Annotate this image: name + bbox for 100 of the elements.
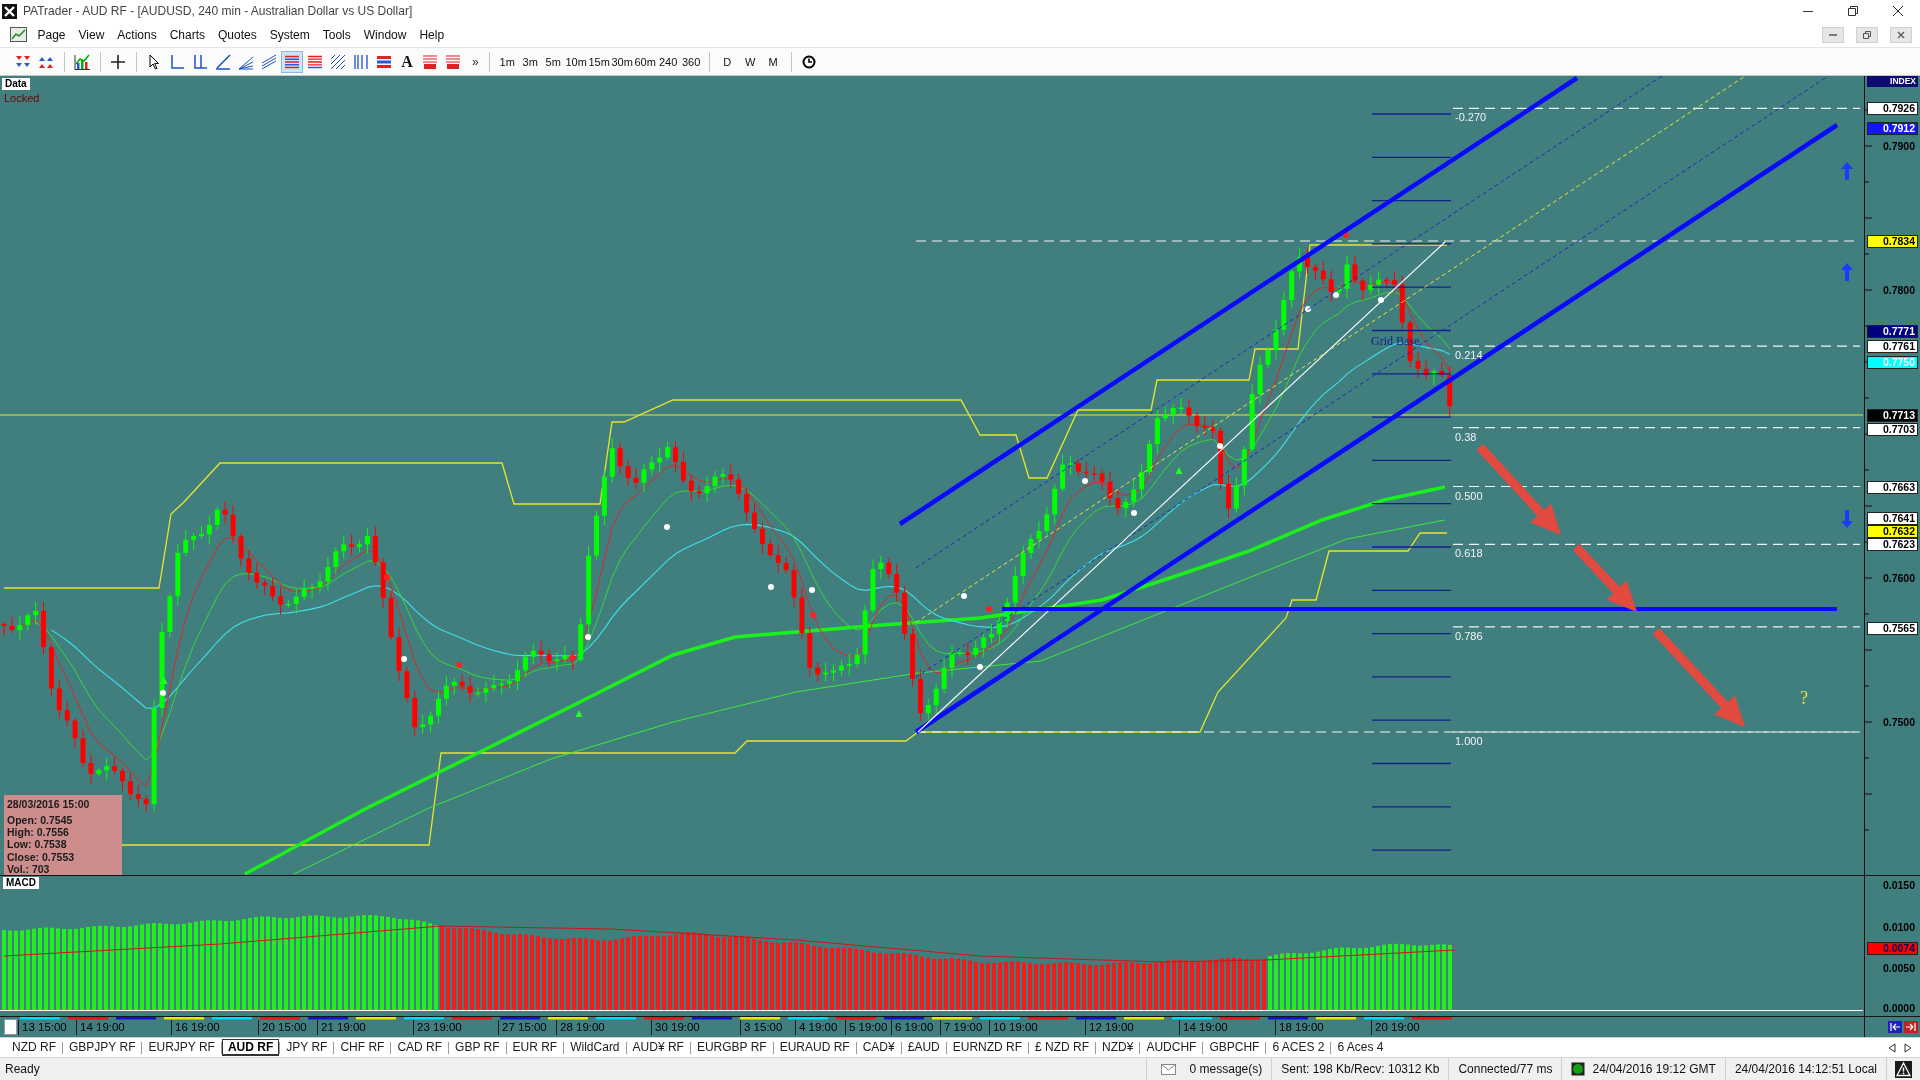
window-title: PATrader - AUD RF - [AUDUSD, 240 min - Australian Dollar vs US Dollar] xyxy=(23,4,413,18)
envelope-icon[interactable] xyxy=(1160,1063,1176,1075)
bar-chart-icon xyxy=(74,53,90,70)
sheet-tab[interactable]: EURNZD RF xyxy=(946,1039,1029,1056)
overflow-button[interactable]: » xyxy=(468,54,483,69)
sheet-tab[interactable]: £ NZD RF xyxy=(1029,1039,1096,1056)
close-button[interactable] xyxy=(1890,26,1912,43)
horizontal-lines-icon xyxy=(307,53,323,70)
sheet-tab[interactable]: CHF RF xyxy=(334,1039,391,1056)
menu-item[interactable]: Tools xyxy=(316,27,358,42)
menu-item[interactable]: Window xyxy=(357,27,413,42)
sheet-tab[interactable]: £AUD xyxy=(901,1039,946,1056)
time-label: 18 19:00 xyxy=(1275,1020,1324,1035)
menu-item[interactable]: View xyxy=(72,27,111,42)
fib-level-label: 0.786 xyxy=(1455,629,1483,643)
sheet-tab[interactable]: JPY RF xyxy=(280,1039,334,1056)
period-button[interactable]: 1m xyxy=(495,50,519,73)
sheet-tab[interactable]: CAD RF xyxy=(391,1039,449,1056)
traffic-stats: Sent: 198 Kb/Recv: 10312 Kb xyxy=(1281,1062,1440,1076)
price-label: 0.7500 xyxy=(1881,715,1916,729)
time-label: 3 15:00 xyxy=(740,1020,783,1035)
sheet-tab[interactable]: 6 ACES 2 xyxy=(1266,1039,1331,1056)
period-button[interactable]: 30m xyxy=(610,50,634,73)
sheet-tab[interactable]: EURAUD RF xyxy=(773,1039,856,1056)
sheet-tab[interactable]: AUD RF xyxy=(221,1039,280,1056)
up-arrow-icon xyxy=(1841,263,1853,281)
period-button[interactable]: D xyxy=(715,50,739,73)
menu-item[interactable]: Quotes xyxy=(211,27,264,42)
period-button[interactable]: 60m xyxy=(633,50,657,73)
macd-marker: 0.0074 xyxy=(1867,942,1918,956)
right-arrow-box-icon[interactable] xyxy=(1904,1021,1918,1033)
period-button[interactable]: M xyxy=(761,50,785,73)
vertical-lines-icon xyxy=(353,53,369,70)
macd-value-label: 0.0000 xyxy=(1881,1002,1916,1015)
sheet-tab[interactable]: WildCard xyxy=(564,1039,626,1056)
period-button[interactable]: 5m xyxy=(541,50,565,73)
minimize-button[interactable] xyxy=(1822,26,1844,43)
menu-item[interactable]: Charts xyxy=(163,27,212,42)
question-mark-annotation: ? xyxy=(1800,688,1808,708)
period-button[interactable]: 10m xyxy=(564,50,588,73)
menu-item[interactable]: System xyxy=(263,27,317,42)
chart-icon xyxy=(10,27,27,42)
sheet-tab[interactable]: EUR RF xyxy=(506,1039,564,1056)
scroll-thumb[interactable] xyxy=(4,1019,17,1035)
scroll-right-icon[interactable] xyxy=(1904,1042,1912,1053)
price-marker: 0.7771 xyxy=(1867,325,1918,339)
price-marker: 0.7912 xyxy=(1867,122,1918,136)
sheet-tab[interactable]: AUD¥ RF xyxy=(626,1039,690,1056)
clock-icon xyxy=(801,54,816,69)
sheet-tab[interactable]: NZD¥ xyxy=(1096,1039,1140,1056)
scroll-left-icon[interactable] xyxy=(1888,1042,1896,1053)
sheet-tab[interactable]: GBP RF xyxy=(449,1039,506,1056)
index-label: INDEX xyxy=(1867,76,1918,87)
price-marker: 0.7834 xyxy=(1867,234,1918,248)
restore-icon xyxy=(1863,30,1871,39)
period-button[interactable]: 240 xyxy=(656,50,680,73)
sheet-tab[interactable]: AUDCHF xyxy=(1140,1039,1203,1056)
sheet-tab[interactable]: 6 Aces 4 xyxy=(1331,1039,1390,1056)
menu-item[interactable]: Page xyxy=(31,27,73,42)
price-marker: 0.7641 xyxy=(1867,512,1918,526)
forecast-arrow xyxy=(1572,543,1637,612)
sheet-tab[interactable]: GBPJPY RF xyxy=(63,1039,142,1056)
minimize-icon xyxy=(1802,10,1813,12)
price-label: 0.7800 xyxy=(1881,283,1916,297)
time-label: 21 19:00 xyxy=(317,1020,366,1035)
cursor-icon xyxy=(146,53,162,70)
up-arrow-icon xyxy=(1841,162,1853,180)
price-marker: 0.7750 xyxy=(1867,355,1918,369)
lock-status: Locked xyxy=(4,92,40,105)
period-button[interactable]: 15m xyxy=(587,50,611,73)
price-label: 0.7600 xyxy=(1881,571,1916,585)
info-line: Low: 0.7538 xyxy=(7,838,68,851)
time-label: 5 19:00 xyxy=(845,1020,888,1035)
sheet-tab[interactable]: CAD¥ xyxy=(856,1039,901,1056)
time-label: 4 19:00 xyxy=(795,1020,838,1035)
macd-value-label: 0.0050 xyxy=(1881,962,1916,976)
price-marker: 0.7632 xyxy=(1867,525,1918,539)
text-tool-button[interactable]: A xyxy=(396,50,418,73)
menu-item[interactable]: Actions xyxy=(110,27,164,42)
warning-icon[interactable] xyxy=(1895,1060,1912,1078)
close-icon xyxy=(1892,6,1903,16)
sheet-tab[interactable]: GBPCHF xyxy=(1203,1039,1266,1056)
time-label: 23 19:00 xyxy=(413,1020,462,1035)
sheet-tab[interactable]: EURJPY RF xyxy=(142,1039,221,1056)
lines-tag-icon xyxy=(422,53,438,70)
macd-label: MACD xyxy=(3,877,39,889)
period-button[interactable]: W xyxy=(738,50,762,73)
double-angle-icon xyxy=(192,53,208,70)
sheet-tab[interactable]: EURGBP RF xyxy=(690,1039,773,1056)
message-count: 0 message(s) xyxy=(1189,1062,1263,1076)
info-line: Close: 0.7553 xyxy=(7,850,76,863)
period-button[interactable]: 360 xyxy=(679,50,703,73)
sheet-tab[interactable]: NZD RF xyxy=(6,1039,62,1056)
restore-button[interactable] xyxy=(1856,26,1878,43)
left-arrow-box-icon[interactable] xyxy=(1888,1021,1902,1033)
menu-item[interactable]: Help xyxy=(412,27,451,42)
period-button[interactable]: 3m xyxy=(518,50,542,73)
gmt-time: 24/04/2016 19:12 GMT xyxy=(1592,1062,1716,1076)
local-time: 24/04/2016 14:12:51 Local xyxy=(1734,1062,1877,1076)
fib-level-label: 1.000 xyxy=(1455,735,1483,748)
